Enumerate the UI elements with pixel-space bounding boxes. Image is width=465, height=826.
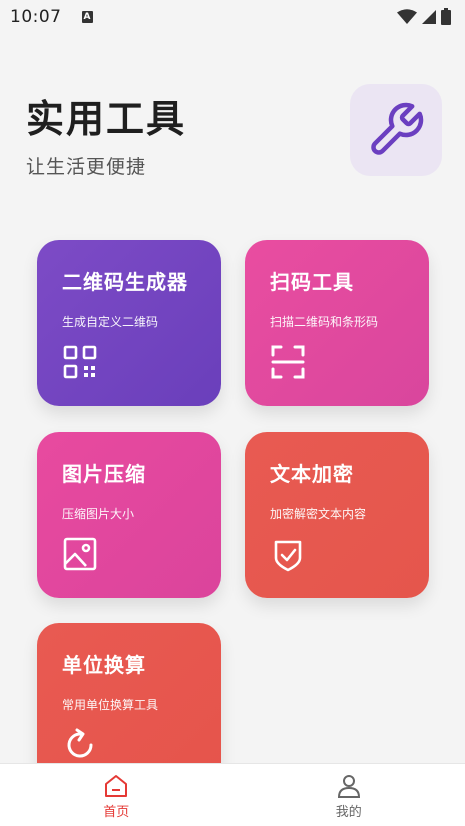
card-description: 生成自定义二维码 xyxy=(62,315,159,329)
image-icon xyxy=(63,537,97,571)
card-title: 文本加密 xyxy=(270,462,354,486)
shield-check-icon xyxy=(274,540,302,572)
card-title: 单位换算 xyxy=(62,653,146,677)
nav-me-label: 我的 xyxy=(335,805,362,820)
status-time: 10:07 xyxy=(10,7,62,27)
card-text-encrypt[interactable]: 文本加密 加密解密文本内容 xyxy=(245,432,429,598)
refresh-icon xyxy=(67,728,93,758)
card-title: 二维码生成器 xyxy=(62,270,188,294)
card-description: 压缩图片大小 xyxy=(62,507,135,521)
bottom-nav: 首页 我的 xyxy=(0,763,465,826)
qr-code-icon xyxy=(63,345,97,379)
scan-frame-icon xyxy=(271,345,305,379)
header-tool-badge xyxy=(350,84,442,176)
home-icon xyxy=(105,775,128,797)
card-description: 常用单位换算工具 xyxy=(62,698,159,712)
card-qr-generator[interactable]: 二维码生成器 生成自定义二维码 xyxy=(37,240,221,406)
card-image-compress[interactable]: 图片压缩 压缩图片大小 xyxy=(37,432,221,598)
card-title: 扫码工具 xyxy=(270,270,354,294)
card-description: 加密解密文本内容 xyxy=(270,507,367,521)
card-title: 图片压缩 xyxy=(62,462,146,486)
signal-icon xyxy=(422,9,436,24)
nav-me[interactable]: 我的 xyxy=(233,764,465,826)
status-indicators xyxy=(397,8,451,25)
nav-home[interactable]: 首页 xyxy=(0,764,233,826)
battery-icon xyxy=(441,8,451,25)
wifi-icon xyxy=(397,8,417,24)
page-subtitle: 让生活更便捷 xyxy=(26,156,147,178)
card-description: 扫描二维码和条形码 xyxy=(270,315,379,329)
page-title: 实用工具 xyxy=(26,97,187,141)
status-bar: 10:07 A xyxy=(0,0,465,34)
card-scan-tool[interactable]: 扫码工具 扫描二维码和条形码 xyxy=(245,240,429,406)
wrench-icon xyxy=(371,102,424,155)
notification-icon: A xyxy=(81,11,93,23)
nav-home-label: 首页 xyxy=(103,805,130,820)
person-icon xyxy=(337,775,360,798)
